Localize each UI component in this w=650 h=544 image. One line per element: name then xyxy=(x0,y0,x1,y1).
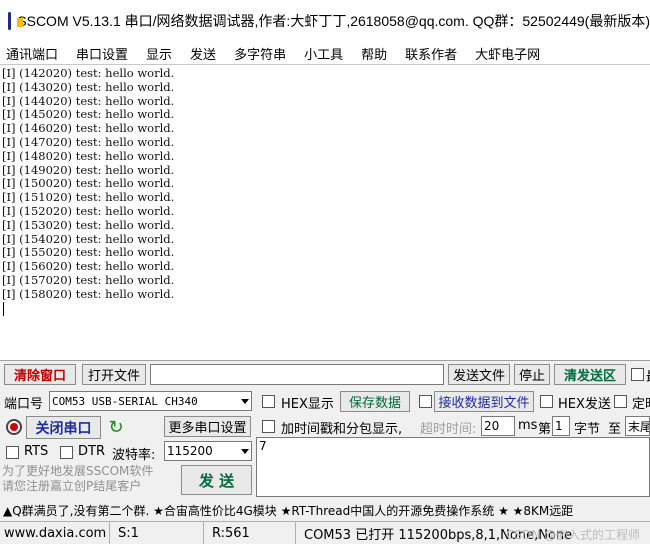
title-bar: SSCOM V5.13.1 串口/网络数据调试器,作者:大虾丁丁,2618058… xyxy=(0,0,650,42)
port-select-value: COM53 USB-SERIAL CH340 xyxy=(52,394,198,408)
log-line: [I] (143020) test: hello world. xyxy=(2,79,175,94)
recv-to-file-checkbox[interactable] xyxy=(419,395,432,408)
save-data-button[interactable]: 保存数据 xyxy=(340,391,410,412)
log-line: [I] (154020) test: hello world. xyxy=(2,231,175,246)
status-site[interactable]: www.daxia.com xyxy=(0,522,110,544)
window-title: SSCOM V5.13.1 串口/网络数据调试器,作者:大虾丁丁,2618058… xyxy=(17,13,650,29)
timed-send-label: 定时 xyxy=(632,397,650,412)
ms-label: ms xyxy=(518,418,538,433)
log-line: [I] (153020) test: hello world. xyxy=(2,217,175,232)
log-line: [I] (157020) test: hello world. xyxy=(2,272,175,287)
to-label: 至 xyxy=(608,422,622,437)
port-select[interactable]: COM53 USB-SERIAL CH340 xyxy=(49,391,252,411)
log-line: [I] (158020) test: hello world. xyxy=(2,286,175,301)
menu-serial-settings[interactable]: 串口设置 xyxy=(76,44,128,63)
log-line: [I] (145020) test: hello world. xyxy=(2,107,175,122)
menu-daxia-site[interactable]: 大虾电子网 xyxy=(475,44,540,63)
log-line: [I] (142020) test: hello world. xyxy=(2,66,175,80)
close-port-button[interactable]: 关闭串口 xyxy=(26,416,101,439)
send-text-area[interactable]: 7 xyxy=(256,437,650,497)
timeout-input[interactable]: 20 xyxy=(481,416,515,436)
timed-send-checkbox[interactable] xyxy=(614,395,627,408)
hex-send-checkbox[interactable] xyxy=(540,395,553,408)
end-select[interactable]: 末尾 xyxy=(625,416,650,436)
menu-multi-string[interactable]: 多字符串 xyxy=(234,44,286,63)
text-caret xyxy=(3,301,4,316)
timeout-label: 超时时间: xyxy=(420,422,477,437)
log-line: [I] (147020) test: hello world. xyxy=(2,134,175,149)
send-text-value: 7 xyxy=(259,439,267,453)
menu-comm-port[interactable]: 通讯端口 xyxy=(6,44,58,63)
file-path-input[interactable] xyxy=(150,364,444,385)
open-file-button[interactable]: 打开文件 xyxy=(82,364,146,385)
byte-label: 字节 xyxy=(574,422,601,437)
rts-checkbox[interactable] xyxy=(6,446,19,459)
menu-help[interactable]: 帮助 xyxy=(361,44,387,63)
byte-index-input[interactable]: 1 xyxy=(552,416,570,436)
promo-text: 为了更好地发展SSCOM软件 请您注册嘉立创P结尾客户 xyxy=(2,464,154,493)
baud-rate-value: 115200 xyxy=(167,444,213,458)
recv-to-file-button[interactable]: 接收数据到文件 xyxy=(434,391,534,412)
chevron-down-icon xyxy=(241,449,249,454)
menu-tools[interactable]: 小工具 xyxy=(304,44,343,63)
red-indicator-icon xyxy=(6,419,22,435)
send-file-button[interactable]: 发送文件 xyxy=(448,364,510,385)
refresh-icon[interactable]: ↻ xyxy=(106,418,126,438)
nth-label: 第 xyxy=(538,422,552,437)
log-line: [I] (152020) test: hello world. xyxy=(2,203,175,218)
watermark: CSDN @嵌入式的工程师 xyxy=(505,528,640,542)
clear-send-area-button[interactable]: 清发送区 xyxy=(554,364,626,385)
rts-label: RTS xyxy=(24,444,49,459)
hex-send-label: HEX发送 xyxy=(558,397,611,412)
port-label: 端口号 xyxy=(4,397,44,412)
log-line: [I] (156020) test: hello world. xyxy=(2,259,175,274)
more-port-settings-button[interactable]: 更多串口设置 xyxy=(164,416,251,437)
menu-send[interactable]: 发送 xyxy=(190,44,216,63)
hex-display-checkbox[interactable] xyxy=(262,395,275,408)
chevron-down-icon xyxy=(241,399,249,404)
dtr-checkbox[interactable] xyxy=(60,446,73,459)
status-sent-count: S:1 xyxy=(114,522,204,544)
send-button[interactable]: 发 送 xyxy=(181,465,252,495)
log-line: [I] (155020) test: hello world. xyxy=(2,245,175,260)
receive-log: [I] (142020) test: hello world. [I] (1430… xyxy=(2,66,650,302)
status-bar: www.daxia.com S:1 R:561 COM53 已打开 115200… xyxy=(0,521,650,544)
clear-window-button[interactable]: 清除窗口 xyxy=(4,364,76,385)
receive-area[interactable]: [I] (142020) test: hello world. [I] (1430… xyxy=(0,64,650,360)
last-label: 最 xyxy=(646,366,650,385)
log-line: [I] (151020) test: hello world. xyxy=(2,190,175,205)
timestamp-checkbox[interactable] xyxy=(262,420,275,433)
menu-bar: 通讯端口 串口设置 显示 发送 多字符串 小工具 帮助 联系作者 大虾电子网 xyxy=(0,42,650,64)
last-checkbox[interactable] xyxy=(631,368,644,381)
app-icon xyxy=(8,12,25,30)
hex-display-label: HEX显示 xyxy=(281,397,334,412)
log-line: [I] (148020) test: hello world. xyxy=(2,148,175,163)
menu-display[interactable]: 显示 xyxy=(146,44,172,63)
menu-contact-author[interactable]: 联系作者 xyxy=(405,44,457,63)
status-recv-count: R:561 xyxy=(208,522,296,544)
stop-button[interactable]: 停止 xyxy=(514,364,550,385)
timestamp-label: 加时间戳和分包显示, xyxy=(281,422,403,437)
log-line: [I] (149020) test: hello world. xyxy=(2,162,175,177)
log-line: [I] (144020) test: hello world. xyxy=(2,93,175,108)
baud-rate-select[interactable]: 115200 xyxy=(164,441,252,461)
baud-rate-label: 波特率: xyxy=(112,448,156,463)
ad-ticker: ▲Q群满员了,没有第二个群. ★合宙高性价比4G模块 ★RT-Thread中国人… xyxy=(0,499,650,521)
log-line: [I] (146020) test: hello world. xyxy=(2,121,175,136)
dtr-label: DTR xyxy=(78,444,105,459)
log-line: [I] (150020) test: hello world. xyxy=(2,176,175,191)
